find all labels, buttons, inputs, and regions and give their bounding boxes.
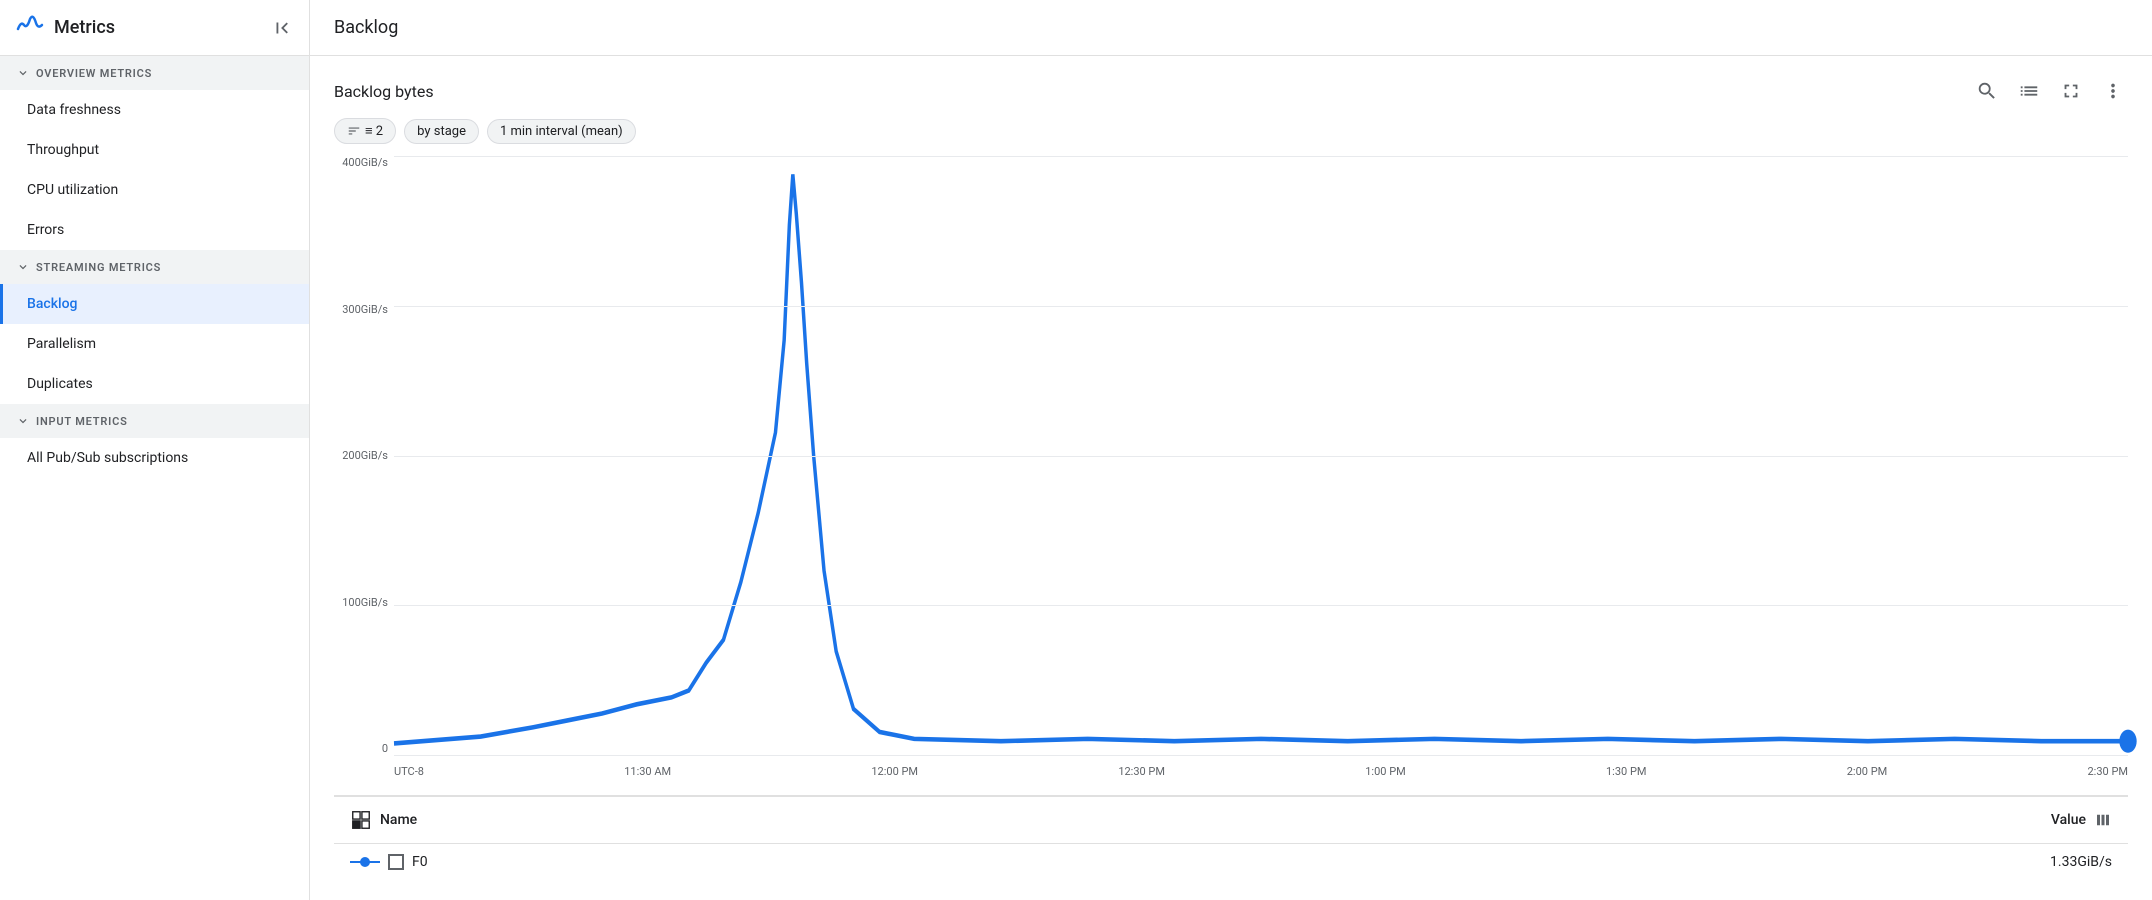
y-label-200: 200GiB/s [342, 449, 388, 462]
chart-title: Backlog bytes [334, 82, 434, 101]
legend-row-value: 1.33GiB/s [2050, 854, 2112, 870]
chart-header: Backlog bytes [334, 76, 2128, 106]
sidebar-item-throughput[interactable]: Throughput [0, 130, 309, 170]
x-label-1230: 12:30 PM [1118, 765, 1165, 778]
x-label-1200: 12:00 PM [871, 765, 918, 778]
sidebar-header: Metrics [0, 0, 309, 56]
legend-name-col: Name [350, 809, 417, 831]
sidebar-section-overview: OVERVIEW METRICS [0, 56, 309, 90]
sidebar: Metrics OVERVIEW METRICS Data freshness … [0, 0, 310, 900]
sidebar-title: Metrics [54, 17, 115, 38]
chart-section: Backlog bytes ≡ 2 [310, 56, 2152, 900]
metrics-icon [16, 11, 44, 45]
filter-chip-count[interactable]: ≡ 2 [334, 118, 396, 144]
x-label-230: 2:30 PM [2088, 765, 2128, 778]
legend-line-indicator [350, 856, 380, 868]
legend-row-f0: F0 1.33GiB/s [334, 844, 2128, 880]
x-label-utc: UTC-8 [394, 765, 424, 778]
x-label-1130: 11:30 AM [624, 765, 671, 778]
x-label-100: 1:00 PM [1365, 765, 1405, 778]
sidebar-item-pubsub[interactable]: All Pub/Sub subscriptions [0, 438, 309, 478]
legend-header: Name Value [334, 797, 2128, 844]
chart-area [394, 156, 2128, 755]
legend-section: Name Value [334, 796, 2128, 880]
x-axis: UTC-8 11:30 AM 12:00 PM 12:30 PM 1:00 PM… [394, 759, 2128, 795]
sidebar-item-backlog[interactable]: Backlog [0, 284, 309, 324]
legend-grid-icon [350, 809, 372, 831]
legend-column-icon[interactable] [2094, 811, 2112, 829]
sidebar-item-data-freshness[interactable]: Data freshness [0, 90, 309, 130]
filter-chip-interval[interactable]: 1 min interval (mean) [487, 119, 636, 144]
legend-value-col: Value [2051, 811, 2112, 829]
filter-row: ≡ 2 by stage 1 min interval (mean) [334, 118, 2128, 144]
y-label-100: 100GiB/s [342, 596, 388, 609]
sidebar-item-cpu-utilization[interactable]: CPU utilization [0, 170, 309, 210]
sidebar-item-errors[interactable]: Errors [0, 210, 309, 250]
sidebar-item-parallelism[interactable]: Parallelism [0, 324, 309, 364]
filter-chip-stage[interactable]: by stage [404, 119, 479, 144]
main-content: Backlog Backlog bytes [310, 0, 2152, 900]
sidebar-collapse-button[interactable] [271, 17, 293, 39]
fullscreen-button[interactable] [2056, 76, 2086, 106]
x-label-130: 1:30 PM [1606, 765, 1646, 778]
x-label-200: 2:00 PM [1847, 765, 1887, 778]
sidebar-section-streaming: STREAMING METRICS [0, 250, 309, 284]
chart-toolbar [1972, 76, 2128, 106]
search-button[interactable] [1972, 76, 2002, 106]
sidebar-item-duplicates[interactable]: Duplicates [0, 364, 309, 404]
grid-lines [394, 156, 2128, 755]
main-header: Backlog [310, 0, 2152, 56]
legend-button[interactable] [2014, 76, 2044, 106]
legend-name-header: Name [380, 812, 417, 828]
legend-row-name: F0 [350, 854, 428, 870]
sidebar-section-input: INPUT METRICS [0, 404, 309, 438]
y-label-400: 400GiB/s [342, 156, 388, 169]
y-label-300: 300GiB/s [342, 303, 388, 316]
main-header-title: Backlog [334, 17, 398, 38]
more-options-button[interactable] [2098, 76, 2128, 106]
chart-container: 400GiB/s 300GiB/s 200GiB/s 100GiB/s 0 [334, 156, 2128, 796]
legend-row-label: F0 [412, 854, 428, 870]
sidebar-title-row: Metrics [16, 11, 115, 45]
y-axis: 400GiB/s 300GiB/s 200GiB/s 100GiB/s 0 [334, 156, 394, 755]
legend-value-header: Value [2051, 812, 2086, 828]
y-label-0: 0 [382, 742, 388, 755]
legend-checkbox[interactable] [388, 854, 404, 870]
